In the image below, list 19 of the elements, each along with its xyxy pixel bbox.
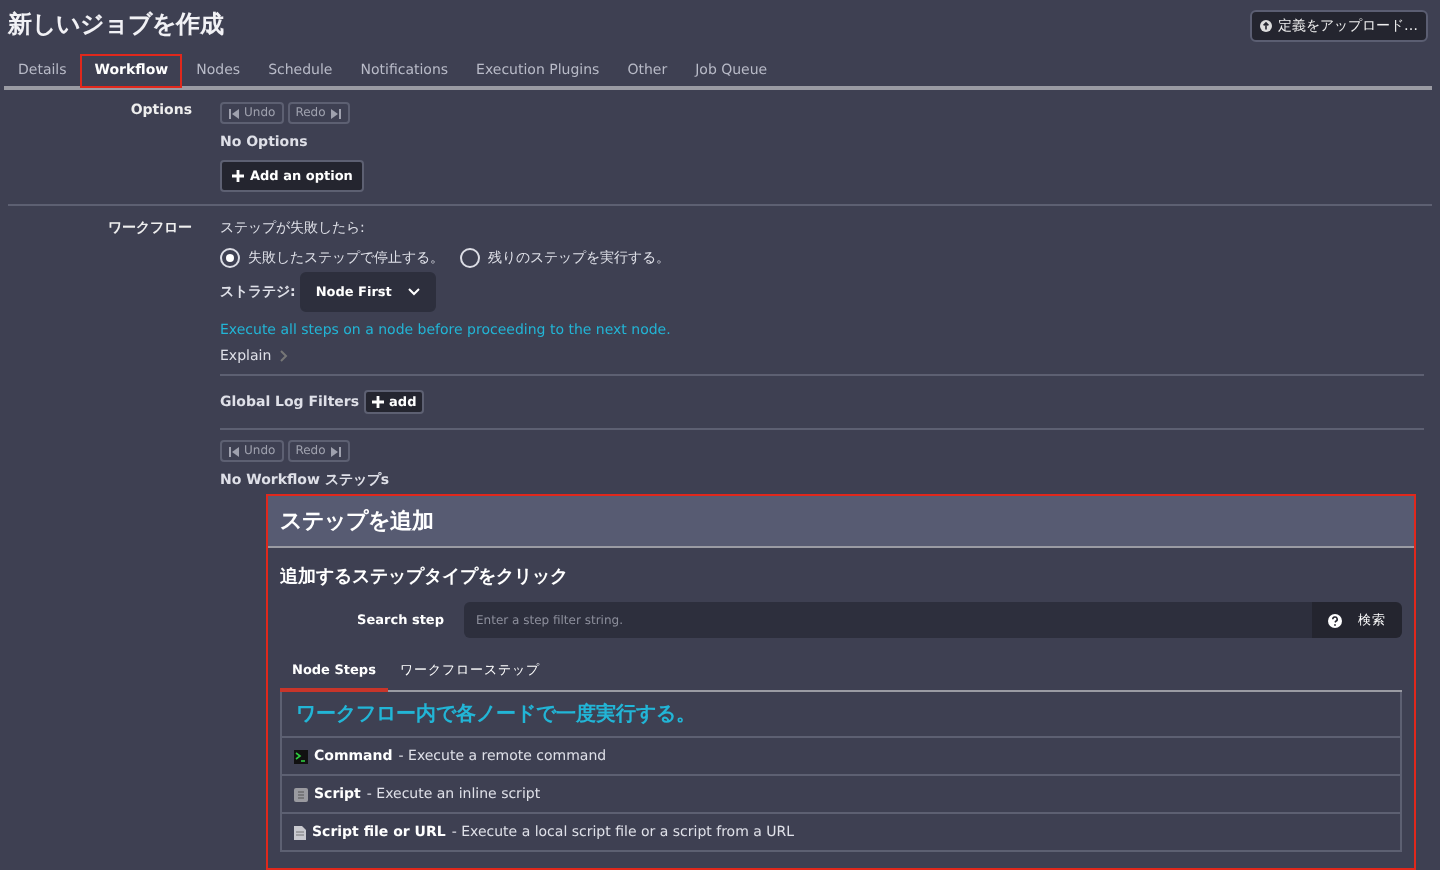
skip-forward-icon — [329, 107, 342, 119]
panel-title: ステップを追加 — [268, 496, 1414, 548]
plus-icon — [232, 170, 244, 182]
radio-button[interactable] — [460, 248, 480, 268]
panel-subtitle: 追加するステップタイプをクリック — [280, 564, 570, 590]
file-icon — [294, 825, 306, 839]
chevron-right-icon — [279, 350, 288, 362]
skip-forward-icon — [329, 445, 342, 457]
plus-icon — [371, 396, 384, 408]
section-heading: ワークフロー内で各ノードで一度実行する。 — [280, 692, 1402, 738]
help-icon — [1328, 613, 1342, 627]
script-icon — [294, 787, 308, 801]
page-title: 新しいジョブを作成 — [8, 8, 224, 42]
skip-back-icon — [228, 445, 240, 457]
terminal-icon — [294, 749, 308, 763]
skip-back-icon — [228, 107, 240, 119]
upload-icon — [1260, 19, 1272, 31]
radio-button[interactable] — [220, 248, 240, 268]
chevron-down-icon — [407, 288, 420, 296]
